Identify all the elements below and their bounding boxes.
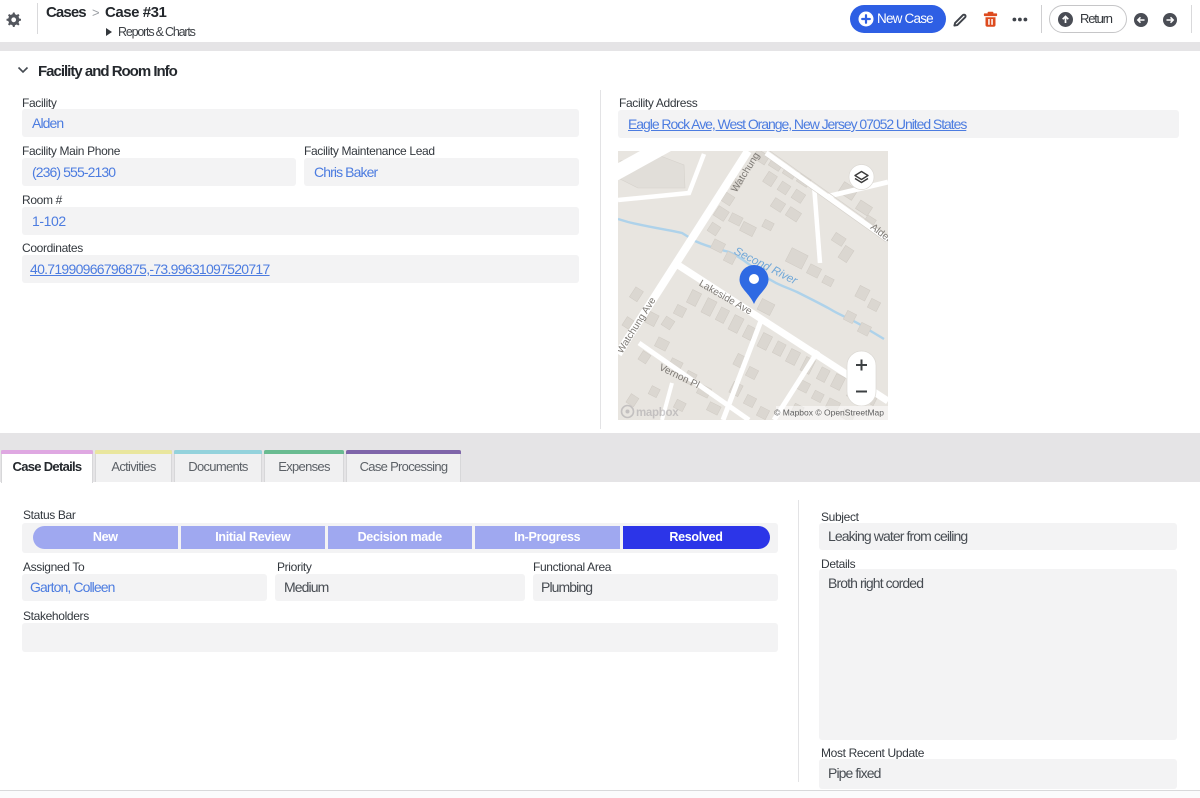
svg-text:mapbox: mapbox xyxy=(636,407,679,419)
svg-text:© Mapbox © OpenStreetMap: © Mapbox © OpenStreetMap xyxy=(774,408,884,418)
